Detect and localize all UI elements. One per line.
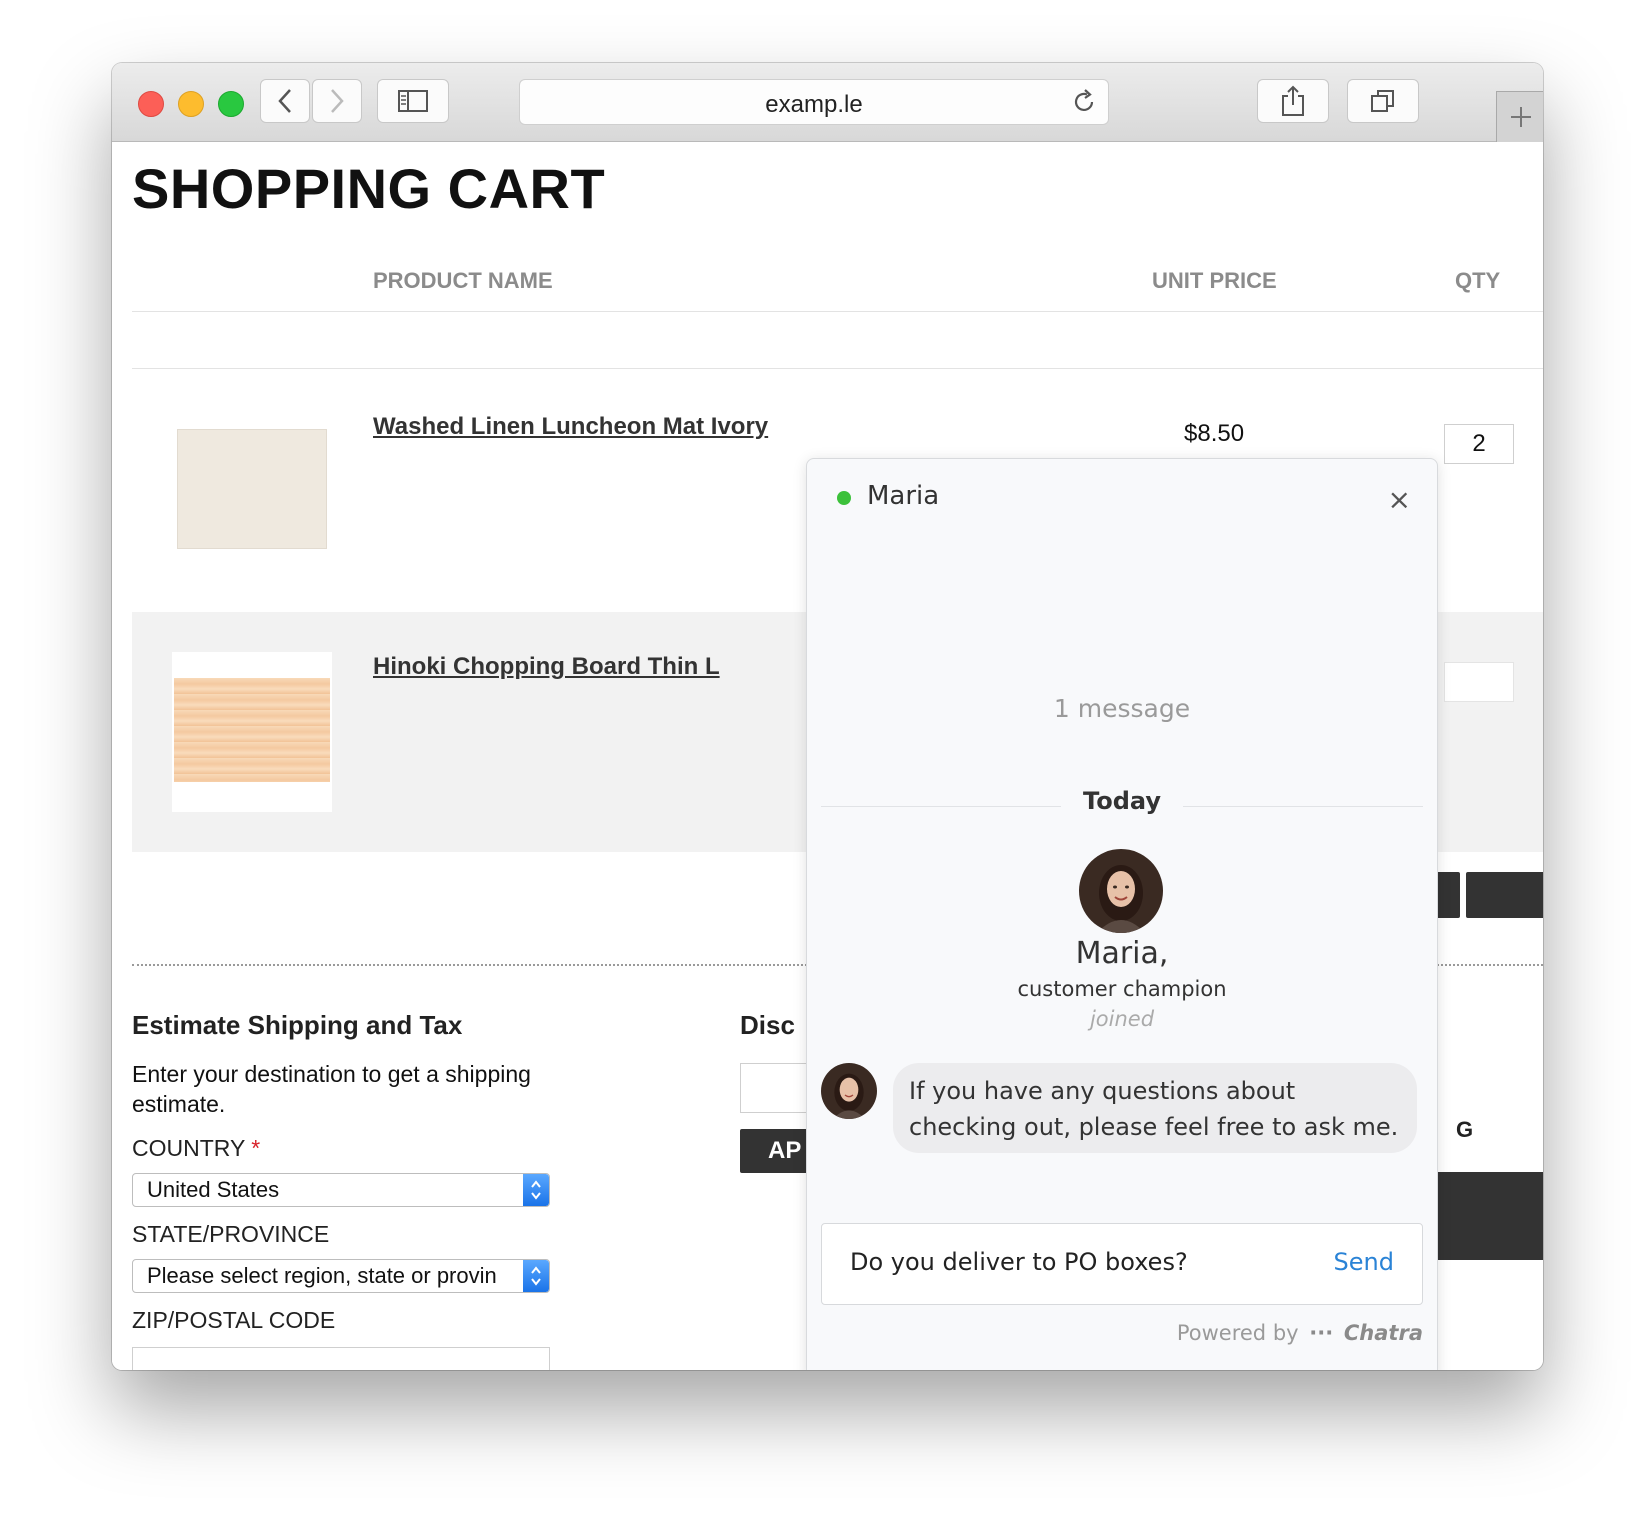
chat-agent-name: Maria — [867, 481, 940, 511]
chat-message-bubble: If you have any questions about checking… — [893, 1063, 1417, 1153]
chat-input[interactable]: Do you deliver to PO boxes? — [850, 1248, 1188, 1276]
page-title: SHOPPING CART — [132, 157, 606, 220]
country-label: COUNTRY * — [132, 1135, 260, 1162]
forward-button[interactable] — [312, 79, 362, 123]
joined-agent-name: Maria, — [1075, 936, 1169, 971]
product-link[interactable]: Washed Linen Luncheon Mat Ivory — [373, 413, 768, 441]
state-select[interactable]: Please select region, state or provin — [132, 1259, 550, 1293]
country-label-text: COUNTRY — [132, 1135, 245, 1161]
chevron-left-icon — [278, 89, 291, 113]
message-count: 1 message — [1053, 694, 1191, 723]
chatra-logo-icon: ··· — [1309, 1321, 1334, 1345]
product-link[interactable]: Hinoki Chopping Board Thin L — [373, 653, 720, 681]
close-icon[interactable]: × — [1388, 483, 1411, 516]
chevron-right-icon — [331, 89, 344, 113]
sidebar-toggle-button[interactable] — [377, 79, 449, 123]
grand-total-label-partial: G — [1456, 1117, 1474, 1142]
divider — [132, 368, 1543, 369]
qty-input[interactable]: 2 — [1444, 424, 1514, 464]
column-header-product: PRODUCT NAME — [373, 268, 553, 293]
select-arrows-icon — [523, 1174, 549, 1206]
shipping-heading: Estimate Shipping and Tax — [132, 1010, 463, 1040]
product-image-linen-mat[interactable] — [177, 429, 327, 549]
state-select-value: Please select region, state or provin — [147, 1263, 497, 1288]
checkout-button-partial[interactable] — [1422, 1172, 1543, 1260]
back-button[interactable] — [260, 79, 310, 123]
discount-heading: Disc — [740, 1010, 795, 1040]
url-text: examp.le — [765, 91, 863, 118]
send-button[interactable]: Send — [1334, 1248, 1394, 1276]
shipping-description: Enter your destination to get a shipping… — [132, 1061, 531, 1117]
country-select-value: United States — [147, 1177, 280, 1202]
apply-coupon-button[interactable]: AP — [740, 1129, 810, 1173]
powered-by[interactable]: Powered by ··· Chatra — [1177, 1321, 1423, 1345]
browser-toolbar: examp.le — [112, 63, 1543, 142]
page-content: SHOPPING CART PRODUCT NAME UNIT PRICE QT… — [112, 142, 1543, 1370]
select-arrows-icon — [523, 1260, 549, 1292]
tabs-overview-button[interactable] — [1347, 79, 1419, 123]
divider — [132, 311, 1543, 312]
chat-widget: Maria × 1 message Today Maria, customer … — [806, 458, 1438, 1370]
agent-avatar-small — [821, 1063, 877, 1119]
sidebar-icon — [398, 90, 428, 112]
tabs-icon — [1371, 90, 1394, 112]
country-select[interactable]: United States — [132, 1173, 550, 1207]
zoom-window-button[interactable] — [218, 91, 244, 117]
required-mark: * — [251, 1135, 261, 1161]
joined-status: joined — [1089, 1007, 1155, 1031]
browser-window: examp.le SHOPPING CART PRODUCT NAME UNIT… — [112, 63, 1543, 1370]
online-status-dot — [837, 491, 851, 505]
zip-input[interactable] — [132, 1347, 550, 1370]
column-header-unit-price: UNIT PRICE — [1152, 268, 1277, 293]
board-shape — [174, 678, 330, 782]
joined-agent-role: customer champion — [1017, 977, 1227, 1001]
zip-label: ZIP/POSTAL CODE — [132, 1307, 336, 1333]
share-button[interactable] — [1257, 79, 1329, 123]
close-window-button[interactable] — [138, 91, 164, 117]
new-tab-button[interactable] — [1496, 91, 1543, 142]
state-label: STATE/PROVINCE — [132, 1221, 330, 1247]
day-label: Today — [1083, 787, 1161, 815]
column-header-qty: QTY — [1455, 268, 1501, 293]
continue-button-partial[interactable] — [1466, 872, 1543, 918]
qty-input[interactable] — [1444, 662, 1514, 702]
agent-avatar — [1079, 849, 1163, 933]
address-bar[interactable]: examp.le — [519, 79, 1109, 125]
plus-icon — [1511, 107, 1531, 127]
unit-price: $8.50 — [1184, 420, 1245, 447]
minimize-window-button[interactable] — [178, 91, 204, 117]
share-icon — [1282, 85, 1304, 116]
product-image-chopping-board[interactable] — [172, 652, 332, 812]
chat-composer[interactable]: Do you deliver to PO boxes? Send — [821, 1223, 1423, 1305]
chatra-brand: Chatra — [1343, 1321, 1423, 1345]
powered-by-text: Powered by — [1176, 1321, 1299, 1345]
reload-icon[interactable] — [1070, 88, 1098, 121]
